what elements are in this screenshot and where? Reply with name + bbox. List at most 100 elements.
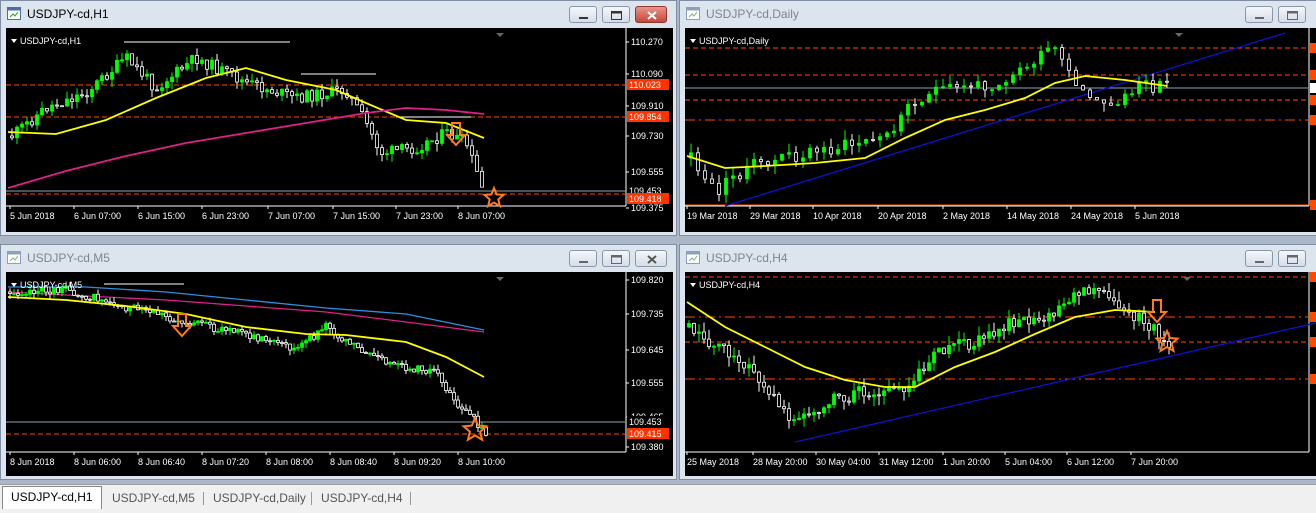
candle-body bbox=[380, 147, 384, 156]
candle-body bbox=[352, 342, 356, 345]
time-label: 20 Apr 2018 bbox=[878, 211, 927, 221]
candle-body bbox=[264, 336, 268, 342]
price-tag-label: 109.453 bbox=[629, 417, 662, 427]
minimize-icon bbox=[579, 17, 588, 19]
time-label: 5 Jun 2018 bbox=[1135, 211, 1180, 221]
candle-body bbox=[348, 338, 352, 345]
candle-body bbox=[767, 386, 771, 395]
candle-body bbox=[410, 147, 414, 154]
candle-body bbox=[1037, 317, 1041, 321]
time-label: 1 Jun 20:00 bbox=[943, 457, 990, 467]
candle-body bbox=[35, 114, 39, 126]
candle-body bbox=[148, 309, 152, 313]
close-button[interactable] bbox=[635, 250, 667, 267]
window-titlebar[interactable]: USDJPY-cd,H1 bbox=[1, 1, 676, 27]
price-tag bbox=[1310, 337, 1316, 347]
close-button[interactable] bbox=[635, 6, 667, 23]
candle-body bbox=[20, 294, 24, 296]
chart-window-h4[interactable]: USDJPY-cd,H4 25 May 2018 28 May 20:00 30 M… bbox=[679, 244, 1316, 480]
tab-separator bbox=[311, 492, 312, 505]
price-tag bbox=[1310, 272, 1316, 282]
chart-canvas[interactable]: 25 May 2018 28 May 20:00 30 May 04:00 31 Ma… bbox=[685, 272, 1316, 476]
candle-body bbox=[878, 136, 882, 141]
candle-body bbox=[256, 334, 260, 342]
candle-body bbox=[862, 386, 866, 397]
minimize-button[interactable] bbox=[569, 250, 597, 267]
candle-body bbox=[452, 392, 456, 401]
window-titlebar[interactable]: USDJPY-cd,M5 bbox=[1, 245, 676, 271]
candle-body bbox=[1152, 324, 1156, 331]
maximize-button[interactable] bbox=[602, 250, 630, 267]
tab-usdjpy-daily[interactable]: USDJPY-cd,Daily bbox=[205, 488, 314, 508]
candle-body bbox=[76, 294, 80, 297]
candle-body bbox=[1067, 301, 1071, 305]
minimize-button[interactable] bbox=[1245, 6, 1273, 23]
chart-canvas[interactable]: 109.820109.735109.645109.555109.465109.4… bbox=[6, 272, 673, 476]
window-titlebar[interactable]: USDJPY-cd,Daily bbox=[680, 1, 1316, 27]
candle-body bbox=[717, 182, 721, 195]
candle-body bbox=[20, 123, 24, 128]
candle-body bbox=[922, 368, 926, 371]
time-label: 31 May 12:00 bbox=[879, 457, 934, 467]
candle-body bbox=[88, 298, 92, 301]
candle-body bbox=[408, 368, 412, 371]
scroll-marker-icon bbox=[496, 33, 504, 37]
candle-body bbox=[913, 103, 917, 106]
price-label: 109.910 bbox=[631, 101, 664, 111]
candle-body bbox=[468, 409, 472, 415]
chart-canvas[interactable]: 19 Mar 2018 29 Mar 2018 10 Apr 2018 20 Apr … bbox=[685, 28, 1316, 232]
chart-symbol-label: USDJPY-cd,H4 bbox=[699, 280, 760, 290]
candle-body bbox=[1047, 312, 1051, 322]
time-label: 10 Apr 2018 bbox=[813, 211, 862, 221]
candle-body bbox=[1018, 67, 1022, 76]
time-label: 8 Jun 06:00 bbox=[74, 457, 121, 467]
candle-body bbox=[72, 289, 76, 296]
chart-canvas[interactable]: 110.270 110.090 110.023 109.910 109.854 109.7… bbox=[6, 28, 673, 232]
candle-body bbox=[320, 329, 324, 332]
candle-body bbox=[1137, 312, 1141, 322]
candle-body bbox=[867, 395, 871, 398]
candle-body bbox=[125, 53, 129, 61]
price-tag bbox=[1310, 70, 1316, 80]
minimize-button[interactable] bbox=[569, 6, 597, 23]
candle-body bbox=[1002, 328, 1006, 332]
time-label: 8 Jun 07:00 bbox=[458, 211, 505, 221]
candle-body bbox=[1082, 287, 1086, 296]
price-label: 109.820 bbox=[631, 275, 664, 285]
candle-body bbox=[707, 338, 711, 347]
candle-body bbox=[842, 395, 846, 402]
candle-body bbox=[205, 59, 209, 70]
price-tag bbox=[1310, 83, 1316, 93]
maximize-button[interactable] bbox=[1278, 250, 1306, 267]
candle-body bbox=[185, 63, 189, 70]
candle-body bbox=[727, 345, 731, 358]
candle-body bbox=[85, 95, 89, 98]
candle-body bbox=[90, 89, 94, 98]
tab-usdjpy-m5[interactable]: USDJPY-cd,M5 bbox=[104, 488, 203, 508]
candle-body bbox=[240, 329, 244, 332]
candle-body bbox=[752, 364, 756, 373]
candle-body bbox=[465, 134, 469, 147]
maximize-button[interactable] bbox=[602, 6, 630, 23]
candle-body bbox=[240, 79, 244, 83]
candle-body bbox=[1042, 319, 1046, 322]
candle-body bbox=[45, 107, 49, 112]
candle-body bbox=[236, 329, 240, 333]
tab-separator bbox=[203, 492, 204, 505]
candle-body bbox=[444, 382, 448, 392]
tab-usdjpy-h1[interactable]: USDJPY-cd,H1 bbox=[2, 486, 102, 509]
chart-window-m5[interactable]: USDJPY-cd,M5 109.820 109.735 109.645 109.55… bbox=[0, 244, 677, 480]
tab-usdjpy-h4[interactable]: USDJPY-cd,H4 bbox=[313, 488, 411, 508]
minimize-button[interactable] bbox=[1245, 250, 1273, 267]
time-label: 14 May 2018 bbox=[1007, 211, 1059, 221]
window-titlebar[interactable]: USDJPY-cd,H4 bbox=[680, 245, 1316, 271]
moving-average bbox=[686, 75, 1168, 169]
scroll-marker-icon bbox=[1183, 277, 1191, 281]
candle-body bbox=[50, 104, 54, 112]
chart-window-daily[interactable]: USDJPY-cd,Daily 19 Mar 2018 29 Mar 2018 10… bbox=[679, 0, 1316, 236]
price-label: 109.735 bbox=[631, 309, 664, 319]
chart-window-h1[interactable]: USDJPY-cd,H1 110.270 110.090 110.023 109.91… bbox=[0, 0, 677, 236]
candle-body bbox=[160, 87, 164, 91]
candle-body bbox=[384, 357, 388, 365]
maximize-button[interactable] bbox=[1278, 6, 1306, 23]
